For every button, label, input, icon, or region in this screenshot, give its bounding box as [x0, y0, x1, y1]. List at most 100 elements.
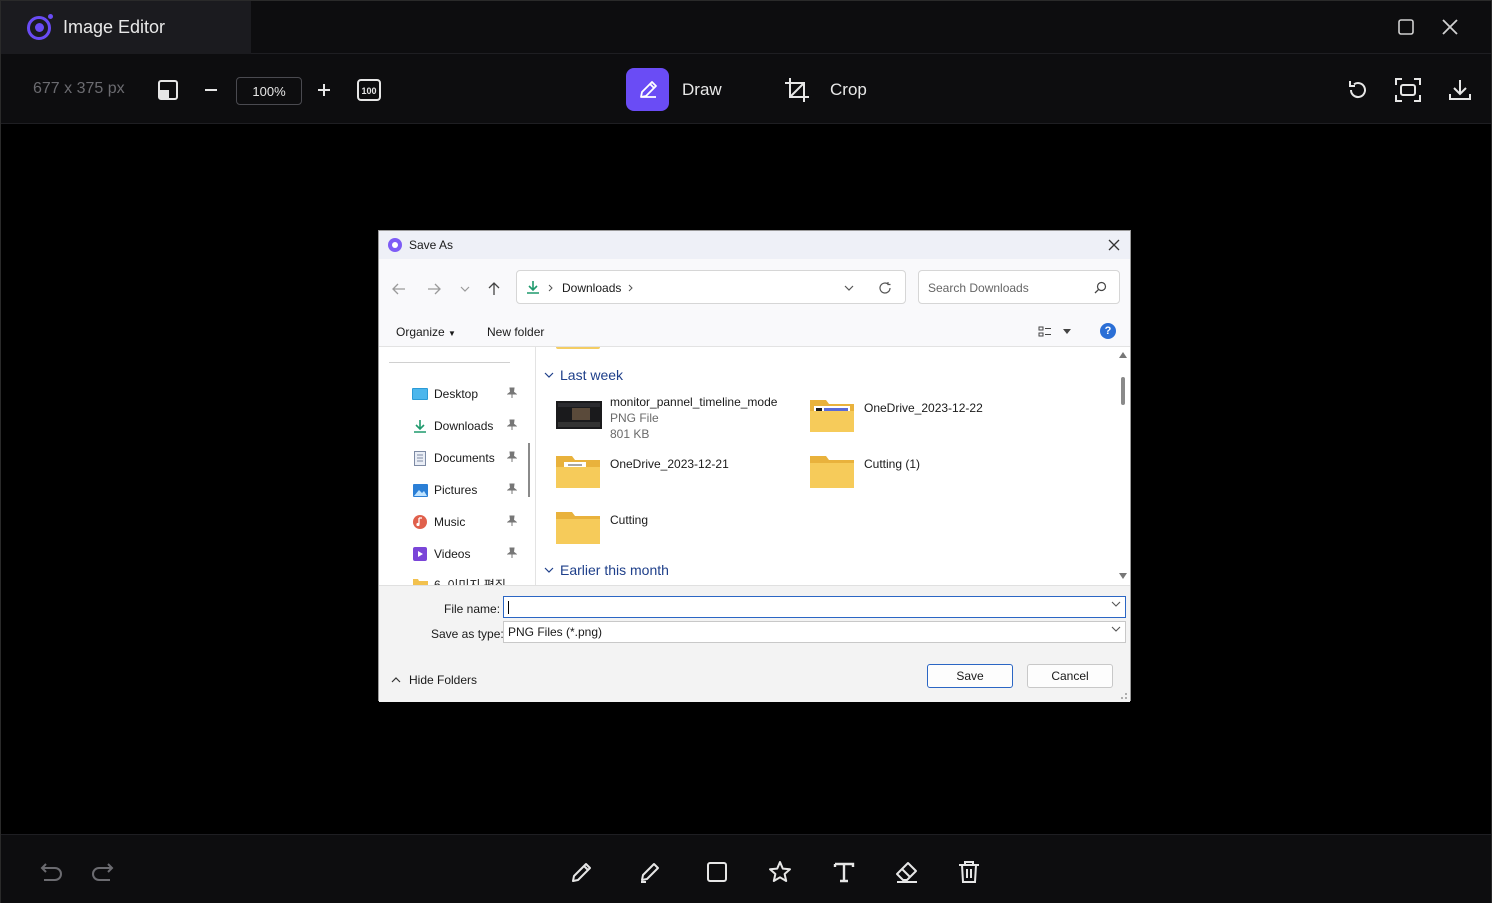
- eraser-icon: [896, 862, 917, 883]
- hide-folders-button[interactable]: Hide Folders: [391, 673, 477, 687]
- folder-icon: [810, 400, 854, 432]
- fullscreen-button[interactable]: [1394, 76, 1422, 104]
- eraser-tool-button[interactable]: [894, 859, 920, 885]
- file-item-cutting-1[interactable]: Cutting (1): [790, 447, 1040, 497]
- back-button[interactable]: [390, 280, 408, 298]
- download-icon: [1449, 80, 1471, 100]
- rectangle-tool-button[interactable]: [704, 859, 730, 885]
- file-name: OneDrive_2023-12-21: [610, 457, 729, 471]
- pin-icon: [507, 547, 517, 558]
- sticker-tool-button[interactable]: [767, 859, 793, 885]
- crop-mode-label[interactable]: Crop: [830, 80, 867, 100]
- arrow-left-icon: [392, 283, 405, 295]
- address-history-chevron-icon[interactable]: [844, 285, 854, 291]
- document-icon: [412, 450, 428, 466]
- undo-button[interactable]: [39, 859, 65, 885]
- file-item-cutting[interactable]: Cutting: [536, 503, 786, 553]
- search-input[interactable]: Search Downloads: [928, 281, 1029, 295]
- help-icon[interactable]: ?: [1100, 323, 1116, 339]
- draw-mode-label[interactable]: Draw: [682, 80, 722, 100]
- recent-locations-button[interactable]: [456, 280, 474, 298]
- crop-mode-button[interactable]: [783, 76, 811, 104]
- scrollbar-thumb[interactable]: [1121, 377, 1125, 405]
- redo-button[interactable]: [89, 859, 115, 885]
- save-button[interactable]: Save: [927, 664, 1013, 688]
- scroll-up-icon[interactable]: [1119, 352, 1127, 358]
- forward-button[interactable]: [425, 280, 443, 298]
- fit-view-button[interactable]: [156, 78, 180, 102]
- search-icon: [1094, 281, 1107, 294]
- dialog-close-button[interactable]: [1104, 235, 1124, 255]
- pen-tool-button[interactable]: [569, 859, 595, 885]
- reset-button[interactable]: [1344, 76, 1372, 104]
- chevron-down-icon[interactable]: [1111, 601, 1121, 607]
- organize-menu[interactable]: Organize ▼: [396, 325, 456, 339]
- plus-icon: [318, 84, 330, 96]
- refresh-icon[interactable]: [878, 281, 892, 295]
- delete-button[interactable]: [956, 859, 982, 885]
- up-button[interactable]: [485, 280, 503, 298]
- sidebar-divider: [389, 362, 510, 363]
- download-icon: [412, 418, 428, 434]
- close-button[interactable]: [1438, 15, 1462, 39]
- file-name-field[interactable]: [503, 596, 1126, 618]
- file-item-onedrive-2023-12-21[interactable]: OneDrive_2023-12-21: [536, 447, 786, 497]
- chevron-right-icon[interactable]: [628, 284, 633, 292]
- maximize-button[interactable]: [1394, 15, 1418, 39]
- command-bar: Organize ▼ New folder ?: [379, 317, 1130, 347]
- sidebar-item-desktop[interactable]: Desktop: [412, 384, 517, 404]
- sidebar-item-image-edit-folder[interactable]: 6_이미지 편집: [412, 574, 517, 585]
- dialog-title-bar: Save As: [379, 231, 1130, 259]
- marker-icon: [641, 863, 659, 883]
- download-button[interactable]: [1446, 76, 1474, 104]
- text-tool-button[interactable]: [831, 859, 857, 885]
- file-type: PNG File: [610, 411, 659, 425]
- undo-icon: [40, 863, 62, 881]
- address-current-folder[interactable]: Downloads: [562, 281, 621, 295]
- new-folder-button[interactable]: New folder: [487, 325, 544, 339]
- caret-down-icon[interactable]: [1063, 329, 1071, 334]
- scroll-down-icon[interactable]: [1119, 573, 1127, 579]
- cancel-button[interactable]: Cancel: [1027, 664, 1113, 688]
- zoom-input[interactable]: 100%: [236, 77, 302, 105]
- save-form: File name: Save as type: PNG Files (*.pn…: [379, 585, 1130, 651]
- file-list: Last week monitor_pannel_timeline_mode P…: [536, 347, 1116, 585]
- music-icon: [412, 514, 428, 530]
- file-item-onedrive-2023-12-22[interactable]: OneDrive_2023-12-22: [790, 391, 1040, 441]
- arrow-right-icon: [428, 283, 441, 295]
- sidebar-item-videos[interactable]: Videos: [412, 544, 517, 564]
- image-editor-window: Image Editor 677 x 375 px 100% 100 Draw: [0, 0, 1492, 903]
- sidebar-item-label: Documents: [434, 451, 495, 465]
- search-box[interactable]: Search Downloads: [918, 270, 1120, 304]
- file-list-scrollbar[interactable]: [1116, 347, 1130, 585]
- fit-view-icon: [158, 80, 178, 100]
- top-toolbar: 677 x 375 px 100% 100 Draw Crop: [1, 54, 1491, 124]
- title-tab: Image Editor: [1, 1, 251, 54]
- sidebar-item-music[interactable]: Music: [412, 512, 517, 532]
- star-icon: [769, 861, 791, 882]
- pictures-icon: [412, 482, 428, 498]
- file-item-monitor-pannel[interactable]: monitor_pannel_timeline_mode PNG File 80…: [536, 391, 786, 441]
- navigation-pane-scrollbar[interactable]: [525, 347, 535, 585]
- trash-icon: [959, 861, 979, 883]
- resize-grip-icon[interactable]: [1118, 690, 1128, 700]
- zoom-in-button[interactable]: [314, 78, 334, 102]
- address-bar[interactable]: Downloads: [516, 270, 906, 304]
- navigation-row: Downloads Search Downloads: [379, 259, 1130, 317]
- draw-mode-button[interactable]: [626, 68, 669, 111]
- group-header-last-week[interactable]: Last week: [544, 367, 623, 383]
- sidebar-item-pictures[interactable]: Pictures: [412, 480, 517, 500]
- zoom-out-button[interactable]: [201, 78, 221, 102]
- view-options-icon[interactable]: [1038, 326, 1052, 338]
- group-header-earlier-this-month[interactable]: Earlier this month: [544, 562, 669, 578]
- save-type-select[interactable]: PNG Files (*.png): [503, 621, 1126, 643]
- scrollbar-thumb[interactable]: [528, 443, 530, 497]
- pen-icon: [572, 863, 591, 882]
- sidebar-item-documents[interactable]: Documents: [412, 448, 517, 468]
- pin-icon: [507, 483, 517, 494]
- sidebar-item-downloads[interactable]: Downloads: [412, 416, 517, 436]
- actual-size-button[interactable]: 100: [356, 77, 382, 103]
- sidebar-item-label: 6_이미지 편집: [434, 577, 506, 586]
- dialog-title: Save As: [409, 238, 454, 252]
- marker-tool-button[interactable]: [637, 859, 663, 885]
